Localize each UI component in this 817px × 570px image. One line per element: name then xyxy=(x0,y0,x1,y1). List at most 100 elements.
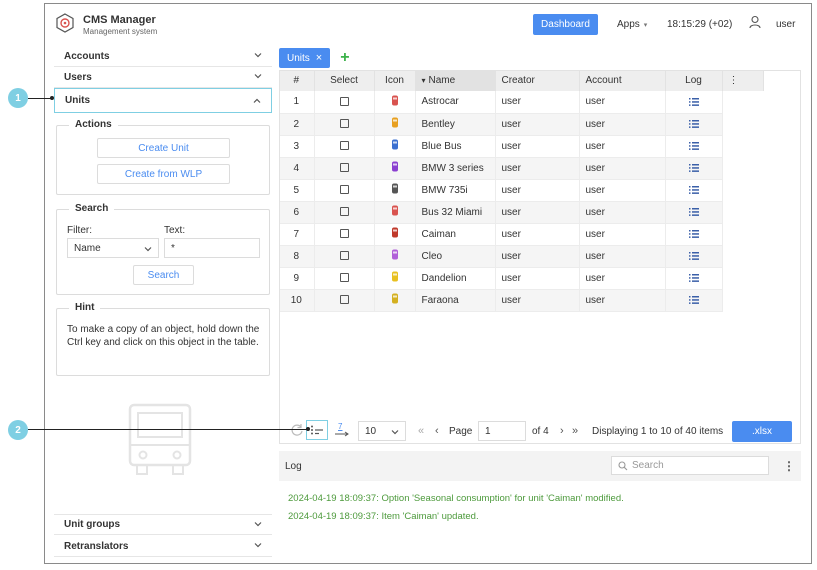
column-menu-icon[interactable]: ⋮ xyxy=(722,70,764,91)
arrow-right-icon xyxy=(335,431,349,437)
log-menu-icon[interactable]: ⋮ xyxy=(783,459,795,473)
table-row[interactable]: 2 Bentley user user xyxy=(279,113,801,136)
row-select-checkbox[interactable] xyxy=(314,245,375,268)
next-page-icon[interactable]: › xyxy=(560,425,564,437)
table-row[interactable]: 8 Cleo user user xyxy=(279,245,801,268)
unit-icon xyxy=(374,113,416,136)
callout-2: 2 xyxy=(8,420,28,440)
create-from-wlp-button[interactable]: Create from WLP xyxy=(97,164,230,184)
accordion-accounts[interactable]: Accounts xyxy=(54,46,272,67)
search-button[interactable]: Search xyxy=(133,265,194,285)
table-row[interactable]: 9 Dandelion user user xyxy=(279,267,801,290)
row-number: 9 xyxy=(279,267,315,290)
page-size-select[interactable]: 10 xyxy=(358,421,406,441)
row-select-checkbox[interactable] xyxy=(314,113,375,136)
unit-name[interactable]: Bus 32 Miami xyxy=(415,201,496,224)
row-select-checkbox[interactable] xyxy=(314,157,375,180)
accordion-users[interactable]: Users xyxy=(54,67,272,88)
log-list-icon[interactable] xyxy=(665,201,723,224)
unit-icon xyxy=(374,267,416,290)
log-list-icon[interactable] xyxy=(665,91,723,114)
filter-select[interactable]: Name xyxy=(67,238,159,258)
log-list-icon[interactable] xyxy=(665,157,723,180)
unit-creator: user xyxy=(495,223,580,246)
create-unit-button[interactable]: Create Unit xyxy=(97,138,230,158)
row-select-checkbox[interactable] xyxy=(314,223,375,246)
row-select-checkbox[interactable] xyxy=(314,267,375,290)
col-creator[interactable]: Creator xyxy=(495,70,580,91)
unit-creator: user xyxy=(495,157,580,180)
unit-icon xyxy=(374,157,416,180)
col-select[interactable]: Select xyxy=(314,70,375,91)
table-row[interactable]: 3 Blue Bus user user xyxy=(279,135,801,158)
user-name[interactable]: user xyxy=(776,19,795,30)
displaying-info: Displaying 1 to 10 of 40 items xyxy=(592,426,724,437)
row-select-checkbox[interactable] xyxy=(314,289,375,312)
add-tab-button[interactable]: + xyxy=(340,49,349,67)
sort-order-icon[interactable]: 7 xyxy=(334,422,350,438)
table-row[interactable]: 6 Bus 32 Miami user user xyxy=(279,201,801,224)
tab-units[interactable]: Units × xyxy=(279,48,331,68)
unit-creator: user xyxy=(495,245,580,268)
log-list-icon[interactable] xyxy=(665,289,723,312)
page-number-input[interactable]: 1 xyxy=(478,421,526,441)
table-row[interactable]: 4 BMW 3 series user user xyxy=(279,157,801,180)
unit-name[interactable]: BMW 735i xyxy=(415,179,496,202)
unit-name[interactable]: Astrocar xyxy=(415,91,496,114)
close-icon[interactable]: × xyxy=(316,52,322,64)
row-select-checkbox[interactable] xyxy=(314,135,375,158)
unit-account: user xyxy=(579,91,666,114)
col-name[interactable]: ▾ Name xyxy=(415,70,496,91)
row-select-checkbox[interactable] xyxy=(314,179,375,202)
dashboard-button[interactable]: Dashboard xyxy=(533,14,598,35)
unit-account: user xyxy=(579,245,666,268)
pager: 7 10 « ‹ Page 1 of 4 › » Displaying 1 to… xyxy=(279,418,801,444)
app-window: CMS Manager Management system Dashboard … xyxy=(44,3,812,564)
unit-name[interactable]: Blue Bus xyxy=(415,135,496,158)
log-list-icon[interactable] xyxy=(665,267,723,290)
unit-name[interactable]: Caiman xyxy=(415,223,496,246)
tab-bar: Units × + xyxy=(279,48,350,68)
search-icon xyxy=(618,460,628,470)
log-search-input[interactable]: Search xyxy=(611,456,769,475)
search-legend: Search xyxy=(69,203,115,214)
unit-name[interactable]: Bentley xyxy=(415,113,496,136)
cms-logo-icon xyxy=(56,13,74,33)
unit-name[interactable]: Cleo xyxy=(415,245,496,268)
log-list-icon[interactable] xyxy=(665,223,723,246)
text-input[interactable]: * xyxy=(164,238,260,258)
first-page-icon[interactable]: « xyxy=(418,425,424,437)
user-icon[interactable] xyxy=(748,15,762,29)
col-number: # xyxy=(279,70,315,91)
refresh-icon[interactable] xyxy=(289,422,305,438)
accordion-units[interactable]: Units xyxy=(54,88,272,113)
table-row[interactable]: 10 Faraona user user xyxy=(279,289,801,312)
row-number: 6 xyxy=(279,201,315,224)
apps-menu[interactable]: Apps ▾ xyxy=(617,19,647,30)
row-select-checkbox[interactable] xyxy=(314,91,375,114)
prev-page-icon[interactable]: ‹ xyxy=(435,425,439,437)
log-list-icon[interactable] xyxy=(665,113,723,136)
unit-name[interactable]: BMW 3 series xyxy=(415,157,496,180)
table-header-row: # Select Icon ▾ Name Creator Account Log … xyxy=(279,70,801,91)
log-list-icon[interactable] xyxy=(665,245,723,268)
callout-1-line xyxy=(28,98,52,99)
last-page-icon[interactable]: » xyxy=(572,425,578,437)
unit-name[interactable]: Dandelion xyxy=(415,267,496,290)
accordion-unit-groups[interactable]: Unit groups xyxy=(54,514,272,535)
row-select-checkbox[interactable] xyxy=(314,201,375,224)
accordion-label: Units xyxy=(65,95,90,106)
table-row[interactable]: 1 Astrocar user user xyxy=(279,91,801,114)
log-list-icon[interactable] xyxy=(665,179,723,202)
unit-name[interactable]: Faraona xyxy=(415,289,496,312)
accordion-retranslators[interactable]: Retranslators xyxy=(54,536,272,557)
log-list-icon[interactable] xyxy=(665,135,723,158)
row-spacer xyxy=(722,201,763,223)
accordion-label: Retranslators xyxy=(64,540,129,552)
col-account[interactable]: Account xyxy=(579,70,666,91)
export-xlsx-button[interactable]: .xlsx xyxy=(732,421,792,442)
filter-select-value: Name xyxy=(74,242,101,254)
row-number: 5 xyxy=(279,179,315,202)
table-row[interactable]: 5 BMW 735i user user xyxy=(279,179,801,202)
table-row[interactable]: 7 Caiman user user xyxy=(279,223,801,246)
